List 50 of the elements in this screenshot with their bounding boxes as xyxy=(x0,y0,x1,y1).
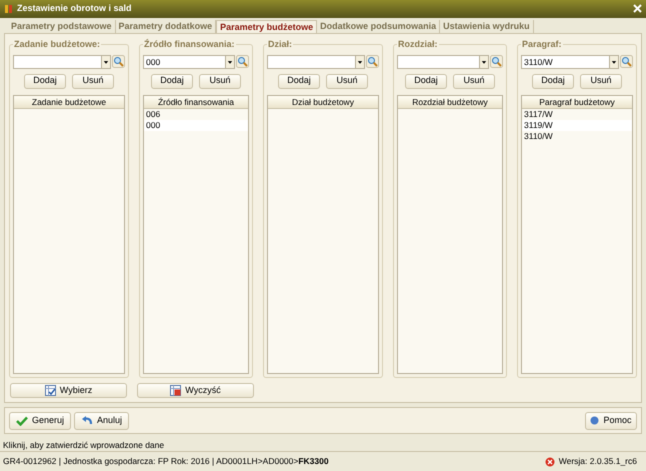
add-button[interactable]: Dodaj xyxy=(151,74,193,89)
add-button[interactable]: Dodaj xyxy=(405,74,447,89)
column-header[interactable]: Źródło finansowania xyxy=(144,96,248,109)
generate-button[interactable]: Generuj xyxy=(9,412,72,430)
group-label: Paragraf: xyxy=(521,38,563,50)
remove-button[interactable]: Usuń xyxy=(453,74,495,89)
table-row[interactable]: 3117/W xyxy=(522,108,632,120)
search-icon[interactable] xyxy=(236,55,249,68)
search-icon[interactable] xyxy=(490,55,503,68)
column-header[interactable]: Paragraf budżetowy xyxy=(522,96,632,109)
version-text: Wersja: 2.0.35.1_rc6 xyxy=(558,455,637,468)
grid-cross-icon xyxy=(170,385,182,396)
table-row[interactable]: 3110/W xyxy=(522,130,632,142)
table-row[interactable]: 000 xyxy=(144,120,248,131)
select-button[interactable]: Wybierz xyxy=(10,383,127,398)
add-button[interactable]: Dodaj xyxy=(24,74,66,89)
add-button[interactable]: Dodaj xyxy=(278,74,320,89)
help-icon xyxy=(590,416,600,426)
hint-text: Kliknij, aby zatwierdzić wprowadzone dane xyxy=(2,440,166,452)
tab[interactable]: Parametry budżetowe xyxy=(216,20,318,33)
search-icon[interactable] xyxy=(112,55,125,68)
remove-button[interactable]: Usuń xyxy=(199,74,241,89)
group-label: Dział: xyxy=(267,38,294,50)
table-row[interactable]: 006 xyxy=(144,108,248,120)
remove-button[interactable]: Usuń xyxy=(580,74,622,89)
app-icon xyxy=(4,4,13,14)
remove-button[interactable]: Usuń xyxy=(72,74,114,89)
close-icon[interactable] xyxy=(633,4,642,14)
table-row[interactable]: 3119/W xyxy=(522,120,632,131)
group-label: Zadanie budżetowe: xyxy=(13,38,102,50)
column-header[interactable]: Rozdział budżetowy xyxy=(398,96,502,109)
add-button[interactable]: Dodaj xyxy=(532,74,574,89)
search-icon[interactable] xyxy=(366,55,379,68)
help-button[interactable]: Pomoc xyxy=(585,412,637,430)
remove-button[interactable]: Usuń xyxy=(326,74,368,89)
status-info: GR4-0012962 | Jednostka gospodarcza: FP Rok: 2016 | AD0001LH>AD0000>FK3300 xyxy=(3,455,330,468)
cancel-button[interactable]: Anuluj xyxy=(74,412,130,430)
group-label: Rozdział: xyxy=(397,38,438,50)
group-label: Źródło finansowania: xyxy=(143,38,236,50)
error-icon xyxy=(544,456,555,467)
window-title: Zestawienie obrotow i sald xyxy=(17,2,133,16)
combo-box[interactable]: 000 xyxy=(143,54,235,69)
combo-box[interactable]: 3110/W xyxy=(521,54,619,69)
clear-button[interactable]: Wyczyść xyxy=(137,383,254,398)
undo-arrow-icon xyxy=(81,415,94,426)
grid-check-icon xyxy=(44,385,56,396)
column-header[interactable]: Dział budżetowy xyxy=(268,96,378,109)
column-header[interactable]: Zadanie budżetowe xyxy=(14,96,124,109)
checkmark-icon xyxy=(16,416,28,426)
search-icon[interactable] xyxy=(620,55,633,68)
